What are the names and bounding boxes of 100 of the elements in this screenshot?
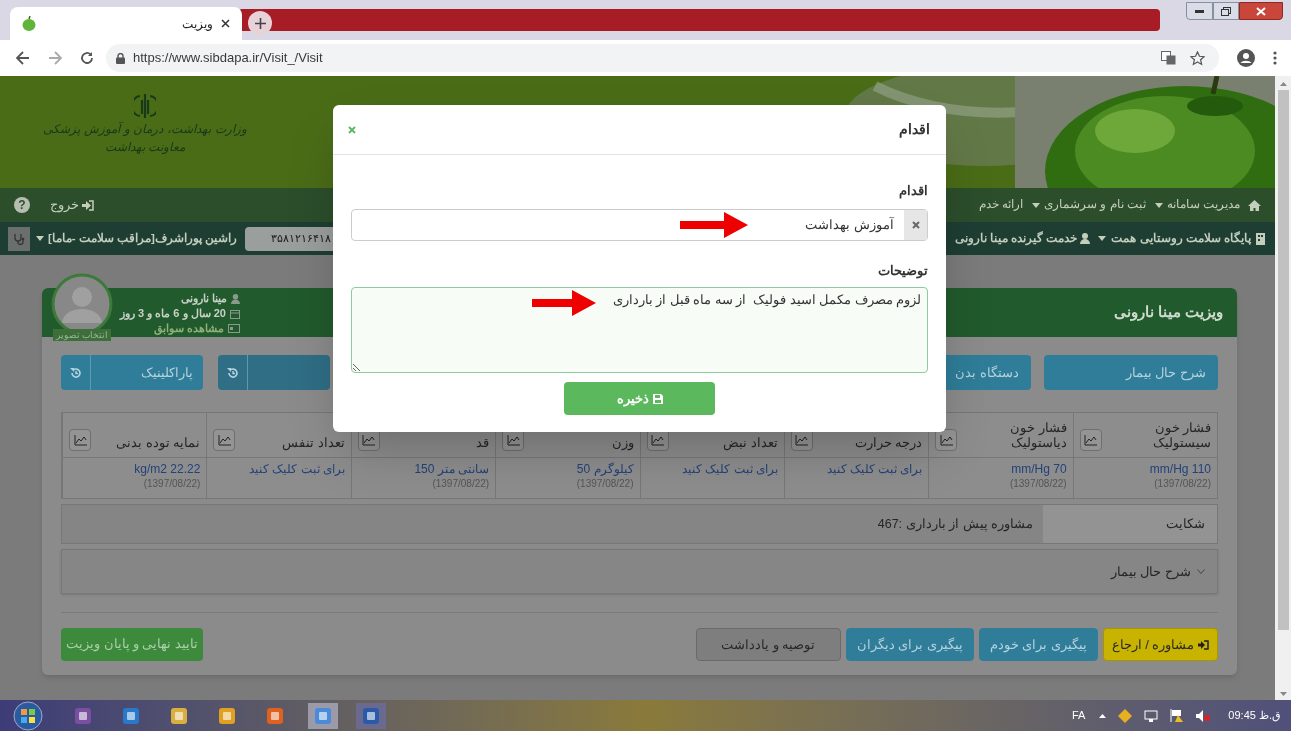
- floppy-icon: [652, 393, 663, 404]
- user-icon: [1080, 233, 1091, 244]
- line-chart-icon: [506, 434, 520, 446]
- select-field[interactable]: آموزش بهداشت: [351, 208, 928, 241]
- flag-icon[interactable]: [1170, 709, 1185, 722]
- history-icon: [69, 366, 82, 379]
- notes-textarea[interactable]: لزوم مصرف مکمل اسید فولیک از سه ماه قبل از بارداری: [351, 287, 928, 373]
- caret-icon: [1154, 202, 1163, 208]
- user-menu[interactable]: راشین پوراشرف[مراقب سلامت -ماما]: [36, 229, 238, 248]
- app-icon[interactable]: [123, 707, 139, 724]
- finish-visit-button[interactable]: تایید نهایی و پایان ویزیت: [61, 628, 203, 661]
- complaint-value: 467: مشاوره پیش از بارداری: [877, 515, 1033, 534]
- language-indicator[interactable]: FA: [1071, 707, 1086, 724]
- scroll-down-icon[interactable]: [1279, 692, 1287, 696]
- emblem-icon: [134, 92, 156, 120]
- annotation-arrow: [532, 290, 596, 316]
- column-header: قد: [476, 436, 490, 451]
- history-panel[interactable]: شرح حال بیمار: [61, 549, 1218, 594]
- history-link[interactable]: مشاهده سوابق: [153, 321, 224, 336]
- vital-value[interactable]: mm/Hg 110: [1149, 461, 1211, 477]
- star-icon[interactable]: [1190, 50, 1205, 66]
- url-text: https://www.sibdapa.ir/Visit_/Visit: [133, 49, 323, 68]
- calendar-icon: [229, 308, 240, 319]
- muted-speaker-icon[interactable]: [1196, 709, 1211, 722]
- line-chart-icon: [73, 434, 87, 446]
- app-icon[interactable]: [363, 707, 379, 724]
- section-button[interactable]: شرح حال بیمار: [1044, 355, 1218, 390]
- scroll-up-icon[interactable]: [1279, 82, 1287, 86]
- field-label: توضیحات: [877, 261, 928, 280]
- nav-menu[interactable]: مدیریت سامانه: [1154, 196, 1240, 214]
- restore-icon: [1221, 6, 1231, 16]
- browser-tab[interactable]: ویزیت: [10, 7, 242, 40]
- plus-icon: [254, 17, 266, 29]
- close-icon: [911, 220, 920, 229]
- paraclinic-button[interactable]: پاراکلینیک: [61, 355, 203, 390]
- client-label[interactable]: خدمت گیرنده مینا نارونی: [954, 229, 1091, 248]
- logout-icon: [82, 199, 94, 211]
- column-header: تعداد تنفس: [282, 436, 345, 451]
- reload-icon[interactable]: [80, 51, 94, 65]
- home-icon[interactable]: [1248, 199, 1261, 211]
- patient-age: 20 سال و 6 ماه و 3 روز: [120, 306, 226, 321]
- clear-button[interactable]: [904, 209, 927, 240]
- nav-menu[interactable]: ارائه خدم: [979, 196, 1024, 214]
- app-icon[interactable]: [219, 707, 235, 724]
- apple-icon: [22, 16, 36, 31]
- scrollbar[interactable]: [1275, 76, 1291, 700]
- app-icon[interactable]: [75, 707, 91, 724]
- building-icon: [1256, 232, 1265, 245]
- account-icon[interactable]: [1237, 49, 1255, 67]
- close-button[interactable]: [1239, 2, 1283, 20]
- caret-icon: [36, 236, 44, 241]
- clock[interactable]: ق.ظ 09:45: [1228, 707, 1281, 724]
- dialog-title: اقدام: [899, 120, 930, 140]
- logout-link[interactable]: خروج: [50, 195, 94, 215]
- translate-icon[interactable]: [1161, 51, 1176, 65]
- record-link[interactable]: برای ثبت کلیک کنید: [826, 461, 923, 477]
- new-tab-button[interactable]: [248, 11, 272, 35]
- maximize-button[interactable]: [1213, 2, 1239, 20]
- tab-title: ویزیت: [181, 15, 213, 33]
- user-icon: [230, 293, 240, 304]
- help-icon[interactable]: ?: [14, 197, 30, 213]
- vital-value[interactable]: 50 کیلوگرم: [576, 461, 634, 477]
- minimize-icon: [1195, 9, 1204, 13]
- address-bar[interactable]: https://www.sibdapa.ir/Visit_/Visit: [106, 44, 1219, 72]
- action-button[interactable]: پیگیری برای خودم: [978, 628, 1098, 661]
- line-chart-icon: [217, 434, 231, 446]
- close-icon: [348, 125, 356, 134]
- choose-photo-button[interactable]: انتخاب تصویر: [52, 328, 112, 341]
- vital-value[interactable]: kg/m2 22.22: [134, 461, 201, 477]
- nav-menu[interactable]: ثبت نام و سرشماری: [1032, 196, 1146, 214]
- tray-icon[interactable]: [1118, 708, 1133, 723]
- visit-title: ویزیت مینا نارونی: [1113, 302, 1223, 323]
- field-label: اقدام: [898, 182, 928, 201]
- action-button[interactable]: مشاوره / ارجاع: [1103, 628, 1218, 661]
- save-button[interactable]: ذخیره: [564, 382, 715, 415]
- panel-title: شرح حال بیمار: [1110, 562, 1191, 582]
- id-card-icon: [227, 324, 240, 333]
- center-menu[interactable]: پایگاه سلامت روستایی همت: [1098, 229, 1265, 248]
- back-icon[interactable]: [16, 51, 30, 65]
- caret-icon: [1032, 202, 1041, 208]
- vital-value[interactable]: mm/Hg 70: [1011, 461, 1067, 477]
- app-icon[interactable]: [171, 707, 187, 724]
- app-icon[interactable]: [267, 707, 283, 724]
- complaint-label: شکایت: [1043, 505, 1217, 543]
- network-icon[interactable]: [1144, 709, 1159, 722]
- record-link[interactable]: برای ثبت کلیک کنید: [249, 461, 345, 477]
- annotation-arrow: [680, 212, 748, 238]
- chevron-icon: [1197, 569, 1205, 574]
- vital-value[interactable]: 150 سانتی متر: [414, 461, 490, 477]
- column-header: فشار خون سیستولیک: [1152, 421, 1211, 451]
- show-hidden-icon[interactable]: [1099, 713, 1107, 718]
- chart-button[interactable]: [935, 429, 958, 451]
- record-link[interactable]: برای ثبت کلیک کنید: [682, 461, 778, 477]
- stethoscope-button[interactable]: [8, 226, 30, 251]
- action-button[interactable]: پیگیری برای دیگران: [845, 628, 974, 661]
- menu-icon[interactable]: [1273, 51, 1277, 65]
- minimize-button[interactable]: [1186, 2, 1213, 20]
- line-chart-icon: [939, 434, 953, 446]
- action-button[interactable]: توصیه و یادداشت: [695, 628, 841, 661]
- close-icon[interactable]: [221, 19, 230, 28]
